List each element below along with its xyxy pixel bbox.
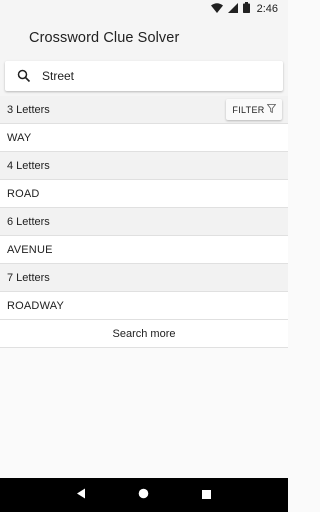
group-header: 4 Letters [0, 152, 288, 180]
filter-label: FILTER [232, 104, 265, 115]
search-icon [17, 69, 31, 83]
word-label: AVENUE [7, 243, 53, 256]
word-row[interactable]: ROADWAY [0, 292, 288, 320]
search-more-button[interactable]: Search more [0, 320, 288, 348]
group-header-label: 4 Letters [7, 159, 50, 172]
group-header: 6 Letters [0, 208, 288, 236]
word-label: ROADWAY [7, 299, 65, 312]
word-row[interactable]: WAY [0, 124, 288, 152]
screen: 2:46 Crossword Clue Solver 3 Letters FIL… [0, 0, 288, 512]
app-bar: Crossword Clue Solver [0, 18, 288, 58]
search-area [0, 58, 288, 96]
filter-icon [266, 104, 276, 115]
filter-button[interactable]: FILTER [226, 99, 282, 120]
status-bar: 2:46 [0, 0, 288, 18]
group-header-label: 3 Letters [7, 103, 50, 116]
nav-back-icon [76, 486, 86, 504]
signal-icon [227, 2, 238, 16]
group-header: 3 Letters FILTER [0, 96, 288, 124]
search-more-label: Search more [112, 327, 176, 340]
nav-recents-icon [202, 486, 212, 504]
empty-area [0, 348, 288, 478]
word-row[interactable]: AVENUE [0, 236, 288, 264]
results-list: 3 Letters FILTER WAY 4 Letters ROAD 6 Le… [0, 96, 288, 348]
search-input[interactable] [42, 66, 242, 86]
group-header-label: 7 Letters [7, 271, 50, 284]
wifi-icon [210, 2, 223, 16]
nav-back-button[interactable] [66, 480, 96, 510]
nav-recents-button[interactable] [192, 480, 222, 510]
nav-home-icon [138, 486, 149, 504]
nav-home-button[interactable] [129, 480, 159, 510]
group-header-label: 6 Letters [7, 215, 50, 228]
group-header: 7 Letters [0, 264, 288, 292]
word-label: ROAD [7, 187, 40, 200]
system-nav-bar [0, 478, 288, 512]
word-row[interactable]: ROAD [0, 180, 288, 208]
battery-icon [242, 2, 250, 16]
search-box[interactable] [5, 61, 283, 91]
word-label: WAY [7, 131, 32, 144]
status-time: 2:46 [256, 3, 278, 15]
app-title: Crossword Clue Solver [29, 30, 180, 46]
